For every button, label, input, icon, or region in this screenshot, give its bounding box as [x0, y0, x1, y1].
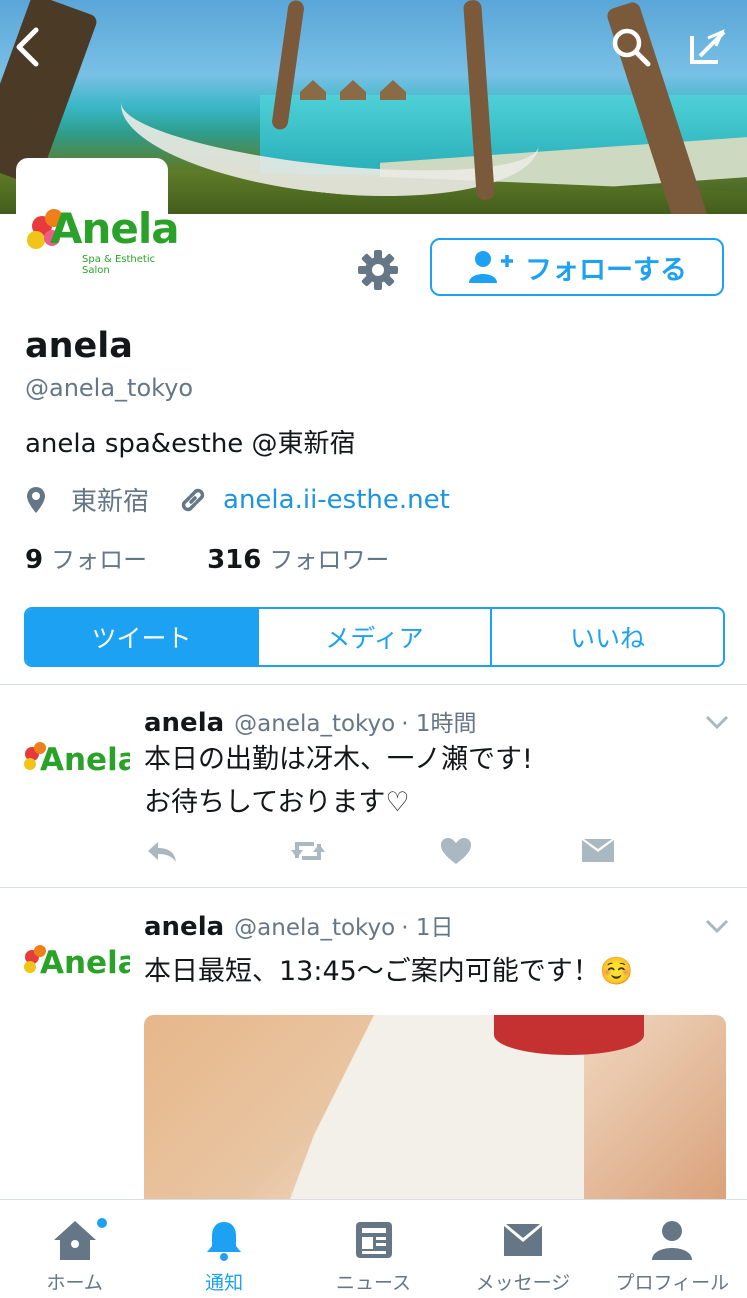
tweet-media-image[interactable] [144, 1015, 726, 1215]
follow-counts: 9 フォロー 316 フォロワー [25, 540, 389, 575]
like-heart-icon[interactable] [438, 836, 474, 866]
tweet-time: · 1時間 [401, 711, 477, 737]
profile-avatar[interactable]: Anela Spa & Esthetic Salon [16, 158, 180, 278]
nav-notifications[interactable]: 通知 [149, 1200, 298, 1298]
profile-name: anela [25, 326, 133, 366]
bell-icon [207, 1222, 242, 1261]
compose-tweet-button[interactable] [682, 22, 732, 72]
tweet-author-handle: @anela_tokyo [234, 711, 396, 737]
unread-dot [95, 1216, 109, 1230]
compose-icon [690, 29, 726, 64]
nav-news[interactable]: ニュース [299, 1200, 448, 1298]
news-icon [355, 1222, 392, 1258]
search-button[interactable] [606, 22, 656, 72]
bottom-tab-bar: ホーム 通知 ニュース メッセージ プロフィール [0, 1199, 747, 1298]
photo-lace [494, 1015, 644, 1055]
profile-location: 東新宿 [71, 487, 150, 517]
tweet-text: 本日の出勤は冴木、一ノ瀬です! お待ちしております♡ [144, 738, 533, 824]
tweet-header: anela @anela_tokyo · 1日 [144, 908, 454, 942]
nav-label: プロフィール [615, 1272, 730, 1294]
tweet-author-handle: @anela_tokyo [234, 915, 396, 941]
profile-meta: 東新宿 anela.ii-esthe.net [25, 481, 450, 518]
nav-label: ホーム [46, 1272, 103, 1294]
nav-label: メッセージ [475, 1272, 571, 1294]
person-icon [652, 1221, 693, 1260]
profile-website-link[interactable]: anela.ii-esthe.net [223, 485, 450, 515]
retweet-icon[interactable] [290, 836, 326, 866]
tweet-text-line: お待ちしております♡ [144, 787, 410, 818]
reply-icon[interactable] [144, 836, 180, 866]
tweet-avatar: Anela [24, 742, 130, 778]
svg-text:Anela: Anela [40, 945, 130, 981]
tab-likes[interactable]: いいね [490, 609, 723, 665]
back-button[interactable] [2, 22, 52, 72]
tab-tweets[interactable]: ツイート [26, 609, 257, 665]
profile-tabs: ツイート メディア いいね [24, 607, 725, 667]
followers-number: 316 [207, 545, 262, 575]
divider [0, 887, 747, 888]
link-icon [181, 488, 205, 511]
tweet-avatar: Anela [24, 945, 130, 981]
nav-profile[interactable]: プロフィール [598, 1200, 747, 1298]
location-icon [27, 486, 45, 513]
logo-subtitle: Spa & Esthetic Salon [82, 254, 156, 276]
following-count[interactable]: 9 フォロー [25, 540, 147, 575]
tweet-header: anela @anela_tokyo · 1時間 [144, 704, 477, 738]
envelope-icon [503, 1224, 542, 1256]
nav-messages[interactable]: メッセージ [448, 1200, 597, 1298]
profile-handle: @anela_tokyo [25, 374, 194, 402]
nav-label: 通知 [205, 1272, 244, 1294]
direct-message-icon[interactable] [580, 836, 616, 866]
followers-count[interactable]: 316 フォロワー [207, 540, 389, 575]
logo-wordmark: Anela [50, 204, 180, 253]
tweet-text-line: 本日最短、13:45〜ご案内可能です！☺️ [144, 956, 634, 987]
gear-icon [358, 250, 398, 290]
tweet-author-name[interactable]: anela [144, 912, 224, 942]
follow-button-label: フォローする [525, 254, 687, 286]
back-arrow-icon [16, 27, 39, 67]
followers-label: フォロワー [269, 546, 390, 574]
nav-home[interactable]: ホーム [0, 1200, 149, 1298]
settings-button[interactable] [356, 248, 400, 292]
tweet-author-name[interactable]: anela [144, 708, 224, 738]
tweet-time: · 1日 [401, 915, 454, 941]
svg-text:Anela: Anela [40, 742, 130, 778]
follow-button[interactable]: フォローする [430, 238, 724, 296]
add-user-icon [469, 251, 513, 283]
tweet-text: 本日最短、13:45〜ご案内可能です！☺️ [144, 950, 633, 993]
tab-media[interactable]: メディア [257, 609, 490, 665]
divider [0, 684, 747, 685]
profile-bio: anela spa&esthe @東新宿 [25, 429, 356, 459]
following-number: 9 [25, 545, 44, 575]
tweet-text-line: 本日の出勤は冴木、一ノ瀬です! [144, 744, 533, 775]
nav-label: ニュース [335, 1272, 412, 1294]
home-icon [53, 1221, 96, 1260]
following-label: フォロー [51, 546, 148, 574]
chevron-down-icon[interactable] [704, 916, 730, 936]
chevron-down-icon[interactable] [704, 712, 730, 732]
search-icon [612, 28, 651, 67]
